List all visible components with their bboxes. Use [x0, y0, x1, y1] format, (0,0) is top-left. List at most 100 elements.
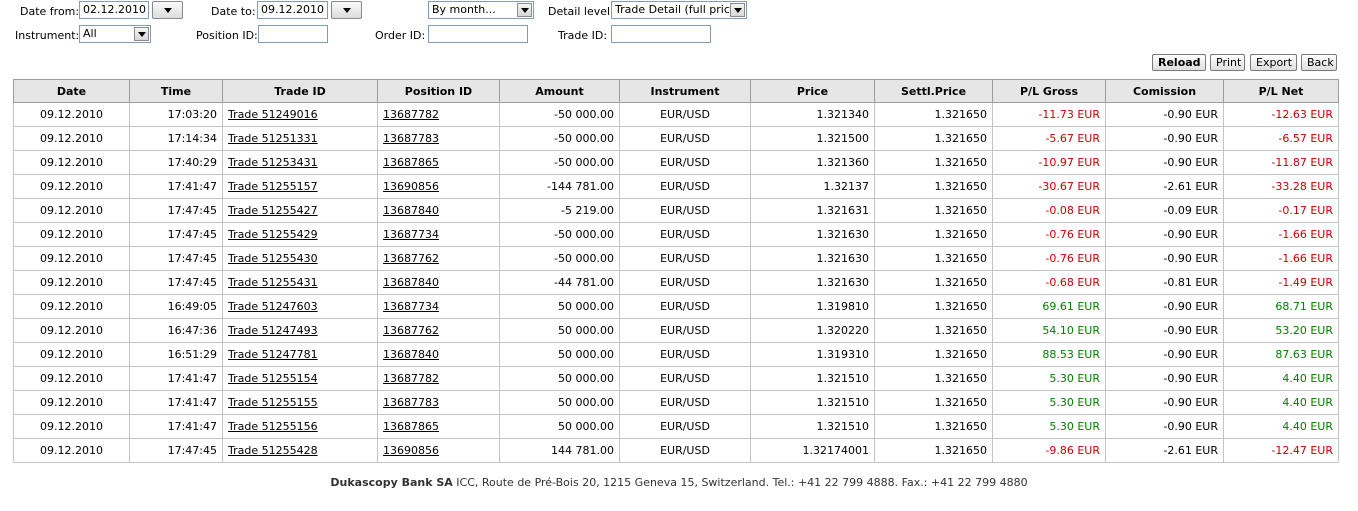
detail-level-select[interactable]: Trade Detail (full price): [611, 1, 747, 19]
cell-time: 17:14:34: [129, 126, 223, 151]
trade-id-link[interactable]: Trade 51247781: [228, 348, 318, 361]
trade-id-link[interactable]: Trade 51251331: [228, 132, 318, 145]
position-id-link[interactable]: 13687840: [383, 204, 439, 217]
date-from-picker-button[interactable]: [152, 1, 183, 19]
column-header-position-id[interactable]: Position ID: [377, 79, 500, 103]
trade-id-link[interactable]: Trade 51255431: [228, 276, 318, 289]
trade-id-link[interactable]: Trade 51253431: [228, 156, 318, 169]
position-id-link[interactable]: 13687840: [383, 276, 439, 289]
cell-pl-gross: -0.68 EUR: [992, 270, 1106, 295]
cell-position-id: 13687840: [377, 342, 500, 367]
trade-id-link[interactable]: Trade 51255155: [228, 396, 318, 409]
cell-pl-net: -0.17 EUR: [1223, 198, 1339, 223]
column-header-pl-gross[interactable]: P/L Gross: [992, 79, 1106, 103]
position-id-link[interactable]: 13687782: [383, 108, 439, 121]
position-id-link[interactable]: 13687865: [383, 156, 439, 169]
cell-pl-net: 4.40 EUR: [1223, 414, 1339, 439]
column-header-amount[interactable]: Amount: [499, 79, 620, 103]
column-header-comission[interactable]: Comission: [1105, 79, 1224, 103]
cell-time: 17:47:45: [129, 270, 223, 295]
column-header-date[interactable]: Date: [13, 79, 130, 103]
cell-date: 09.12.2010: [13, 294, 130, 319]
export-button[interactable]: Export: [1250, 54, 1297, 71]
cell-price: 1.319310: [750, 342, 875, 367]
cell-price: 1.321340: [750, 102, 875, 127]
table-row: 09.12.2010 16:49:05 Trade 51247603 13687734…: [13, 294, 1339, 319]
cell-comission: -0.90 EUR: [1105, 246, 1224, 271]
trade-id-link[interactable]: Trade 51255428: [228, 444, 318, 457]
cell-comission: -0.90 EUR: [1105, 150, 1224, 175]
cell-price: 1.321510: [750, 390, 875, 415]
position-id-link[interactable]: 13690856: [383, 444, 439, 457]
trade-id-link[interactable]: Trade 51247603: [228, 300, 318, 313]
instrument-select[interactable]: All: [79, 25, 151, 43]
cell-amount: -50 000.00: [499, 150, 620, 175]
cell-trade-id: Trade 51251331: [222, 126, 378, 151]
trade-id-link[interactable]: Trade 51249016: [228, 108, 318, 121]
cell-settl-price: 1.321650: [874, 414, 993, 439]
cell-pl-net: 4.40 EUR: [1223, 390, 1339, 415]
trade-id-input[interactable]: [611, 25, 711, 43]
cell-comission: -0.90 EUR: [1105, 342, 1224, 367]
print-button[interactable]: Print: [1210, 54, 1245, 71]
back-button[interactable]: Back: [1301, 54, 1337, 71]
cell-instrument: EUR/USD: [619, 126, 751, 151]
trade-id-link[interactable]: Trade 51255154: [228, 372, 318, 385]
cell-pl-gross: 5.30 EUR: [992, 414, 1106, 439]
cell-time: 17:47:45: [129, 438, 223, 463]
cell-position-id: 13687783: [377, 126, 500, 151]
date-to-picker-button[interactable]: [331, 1, 362, 19]
cell-position-id: 13687840: [377, 270, 500, 295]
date-from-input[interactable]: 02.12.2010: [79, 1, 149, 19]
date-to-input[interactable]: 09.12.2010: [257, 1, 328, 19]
order-id-input[interactable]: [428, 25, 528, 43]
cell-pl-gross: -0.08 EUR: [992, 198, 1106, 223]
position-id-link[interactable]: 13687762: [383, 252, 439, 265]
position-id-link[interactable]: 13687782: [383, 372, 439, 385]
trade-id-link[interactable]: Trade 51255429: [228, 228, 318, 241]
table-row: 09.12.2010 16:51:29 Trade 51247781 13687840…: [13, 342, 1339, 367]
trade-id-link[interactable]: Trade 51255427: [228, 204, 318, 217]
column-header-settl-price[interactable]: Settl.Price: [874, 79, 993, 103]
column-header-pl-net[interactable]: P/L Net: [1223, 79, 1339, 103]
table-row: 09.12.2010 17:41:47 Trade 51255154 13687782…: [13, 366, 1339, 391]
position-id-link[interactable]: 13690856: [383, 180, 439, 193]
trade-id-link[interactable]: Trade 51247493: [228, 324, 318, 337]
cell-pl-net: -1.49 EUR: [1223, 270, 1339, 295]
column-header-instrument[interactable]: Instrument: [619, 79, 751, 103]
column-header-price[interactable]: Price: [750, 79, 875, 103]
cell-pl-gross: 5.30 EUR: [992, 366, 1106, 391]
cell-instrument: EUR/USD: [619, 438, 751, 463]
position-id-link[interactable]: 13687734: [383, 228, 439, 241]
cell-comission: -0.90 EUR: [1105, 294, 1224, 319]
cell-pl-net: -11.87 EUR: [1223, 150, 1339, 175]
cell-time: 16:47:36: [129, 318, 223, 343]
position-id-link[interactable]: 13687783: [383, 396, 439, 409]
position-id-link[interactable]: 13687865: [383, 420, 439, 433]
column-header-time[interactable]: Time: [129, 79, 223, 103]
table-row: 09.12.2010 17:47:45 Trade 51255428 13690856…: [13, 438, 1339, 463]
cell-position-id: 13687865: [377, 150, 500, 175]
cell-date: 09.12.2010: [13, 390, 130, 415]
trade-id-link[interactable]: Trade 51255157: [228, 180, 318, 193]
cell-date: 09.12.2010: [13, 126, 130, 151]
cell-amount: 50 000.00: [499, 414, 620, 439]
position-id-link[interactable]: 13687783: [383, 132, 439, 145]
position-id-input[interactable]: [258, 25, 328, 43]
trade-id-link[interactable]: Trade 51255430: [228, 252, 318, 265]
position-id-link[interactable]: 13687840: [383, 348, 439, 361]
trade-id-link[interactable]: Trade 51255156: [228, 420, 318, 433]
period-select[interactable]: By month...: [428, 1, 534, 19]
position-id-link[interactable]: 13687762: [383, 324, 439, 337]
reload-button[interactable]: Reload: [1152, 54, 1206, 71]
cell-settl-price: 1.321650: [874, 198, 993, 223]
cell-instrument: EUR/USD: [619, 270, 751, 295]
column-header-trade-id[interactable]: Trade ID: [222, 79, 378, 103]
cell-instrument: EUR/USD: [619, 198, 751, 223]
position-id-link[interactable]: 13687734: [383, 300, 439, 313]
cell-amount: 50 000.00: [499, 366, 620, 391]
trades-table: Date Time Trade ID Position ID Amount In…: [13, 79, 1339, 463]
detail-level-label: Detail level:: [548, 5, 614, 18]
cell-time: 17:47:45: [129, 222, 223, 247]
cell-pl-gross: -11.73 EUR: [992, 102, 1106, 127]
